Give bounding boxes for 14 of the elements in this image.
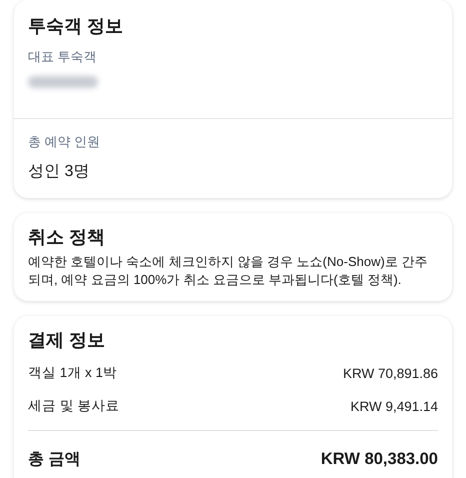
price-label: 세금 및 봉사료 [28, 397, 120, 415]
card-title: 결제 정보 [28, 329, 106, 352]
card-title: 투숙객 정보 [28, 15, 124, 38]
field-label: 대표 투숙객 [28, 48, 98, 66]
field-label: 총 예약 인원 [28, 133, 102, 151]
price-label: 객실 1개 x 1박 [28, 364, 118, 382]
price-amount: KRW 70,891.86 [342, 366, 438, 380]
field-value: 성인 3명 [28, 162, 90, 182]
redacted-name-placeholder [28, 76, 98, 88]
total-label: 총 금액 [28, 450, 80, 470]
policy-text: 예약한 호텔이나 숙소에 체크인하지 않을 경우 노쇼(No-Show)로 간주되며, 예약 요금의 100%가 취소 요금으로 부과됩니다(호텔 정책). [28, 253, 428, 289]
card-title: 취소 정책 [28, 226, 106, 249]
total-amount: KRW 80,383.00 [320, 450, 438, 469]
price-amount: KRW 9,491.14 [350, 398, 438, 414]
